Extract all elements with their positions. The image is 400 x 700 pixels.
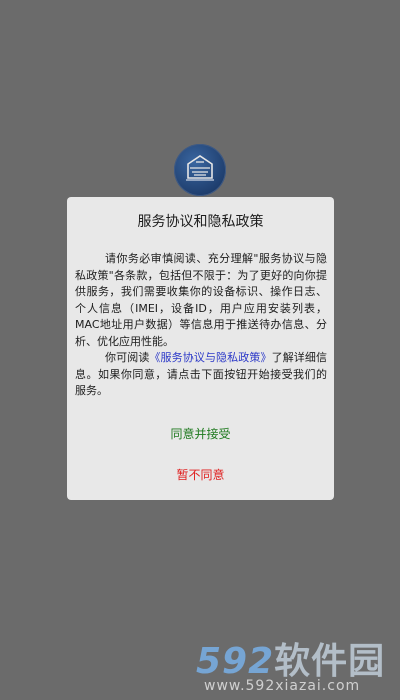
dialog-paragraph-2: 你可阅读《服务协议与隐私政策》了解详细信息。如果你同意，请点击下面按钮开始接受我… <box>75 350 327 400</box>
watermark: 592软件园 www.592xiazai.com <box>196 628 396 698</box>
privacy-dialog: 服务协议和隐私政策 请你务必审慎阅读、充分理解"服务协议与隐私政策"各条款，包括… <box>67 197 334 500</box>
dialog-paragraph-1: 请你务必审慎阅读、充分理解"服务协议与隐私政策"各条款，包括但不限于：为了更好的… <box>75 252 327 348</box>
app-screen: 服务协议和隐私政策 请你务必审慎阅读、充分理解"服务协议与隐私政策"各条款，包括… <box>0 0 400 700</box>
paragraph-2-prefix: 你可阅读 <box>105 351 150 364</box>
watermark-brand: 592软件园 <box>196 632 396 684</box>
watermark-brand-text: 软件园 <box>274 641 386 682</box>
agree-button[interactable]: 同意并接受 <box>67 425 334 442</box>
policy-link[interactable]: 《服务协议与隐私政策》 <box>149 351 271 364</box>
dialog-body: 请你务必审慎阅读、充分理解"服务协议与隐私政策"各条款，包括但不限于：为了更好的… <box>75 251 327 400</box>
app-logo-icon <box>174 144 226 196</box>
disagree-button[interactable]: 暂不同意 <box>67 466 334 483</box>
dialog-title: 服务协议和隐私政策 <box>137 214 264 230</box>
watermark-number: 592 <box>196 641 275 682</box>
watermark-url: www.592xiazai.com <box>204 678 361 694</box>
